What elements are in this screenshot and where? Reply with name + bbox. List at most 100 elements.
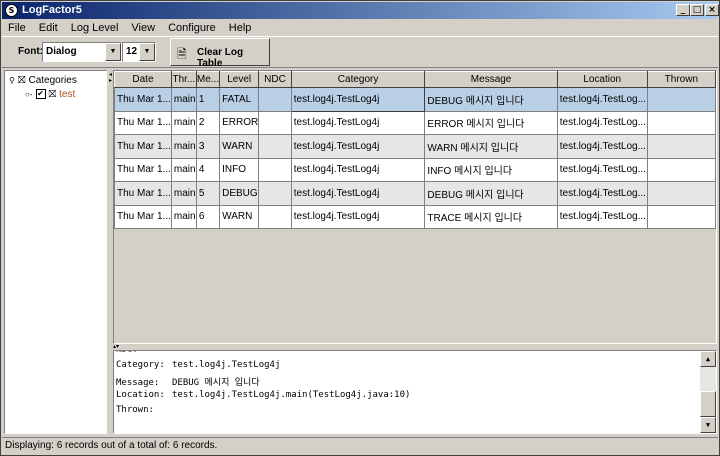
- cell-location[interactable]: test.log4j.TestLog...: [556, 110, 648, 135]
- splitter-arrows-icon[interactable]: ▴▾: [113, 343, 119, 350]
- category-checkbox[interactable]: ✔: [35, 89, 46, 99]
- log-table: Date Thr... Me... Level NDC Category Mes…: [114, 71, 716, 229]
- cell-thrown[interactable]: [646, 204, 716, 229]
- close-button[interactable]: ×: [705, 4, 719, 16]
- detail-scrollbar[interactable]: ▲ ▼: [700, 351, 716, 433]
- cell-date[interactable]: Thu Mar 1...: [114, 87, 172, 112]
- cell-ndc[interactable]: [258, 181, 292, 206]
- cell-category[interactable]: test.log4j.TestLog4j: [290, 181, 426, 206]
- cell-date[interactable]: Thu Mar 1...: [114, 157, 172, 182]
- cell-thrown[interactable]: [646, 157, 716, 182]
- cell-message[interactable]: DEBUG 메시지 입니다: [424, 181, 558, 206]
- app-icon[interactable]: S: [5, 4, 18, 17]
- cell-category[interactable]: test.log4j.TestLog4j: [290, 134, 426, 159]
- cell-location[interactable]: test.log4j.TestLog...: [556, 157, 648, 182]
- cell-category[interactable]: test.log4j.TestLog4j: [290, 157, 426, 182]
- title-bar[interactable]: S LogFactor5 _ □ ×: [2, 2, 719, 19]
- cell-message-number[interactable]: 1: [195, 87, 221, 112]
- cell-location[interactable]: test.log4j.TestLog...: [556, 134, 648, 159]
- scroll-thumb[interactable]: [700, 391, 716, 417]
- minimize-button[interactable]: _: [676, 4, 690, 16]
- cell-thrown[interactable]: [646, 134, 716, 159]
- col-header-thrown[interactable]: Thrown: [646, 71, 716, 88]
- cell-thread[interactable]: main: [170, 204, 197, 229]
- cell-level[interactable]: FATAL: [219, 87, 260, 112]
- cell-thread[interactable]: main: [170, 87, 197, 112]
- cell-message-number[interactable]: 3: [195, 134, 221, 159]
- scroll-up-icon[interactable]: ▲: [700, 351, 716, 367]
- menu-file[interactable]: File: [2, 22, 33, 34]
- cell-message-number[interactable]: 6: [195, 204, 221, 229]
- chevron-down-icon[interactable]: ▼: [139, 43, 155, 61]
- cell-thrown[interactable]: [646, 110, 716, 135]
- col-header-message-number[interactable]: Me...: [195, 71, 221, 88]
- clear-log-table-button[interactable]: 🗎 Clear Log Table: [170, 38, 270, 69]
- cell-message-number[interactable]: 4: [195, 157, 221, 182]
- table-row[interactable]: Thu Mar 1... main 3 WARN test.log4j.Test…: [114, 134, 716, 159]
- cell-level[interactable]: INFO: [219, 157, 260, 182]
- chevron-down-icon[interactable]: ▼: [105, 43, 121, 61]
- cell-level[interactable]: WARN: [219, 134, 260, 159]
- cell-message[interactable]: WARN 메시지 입니다: [424, 134, 558, 159]
- cell-message[interactable]: INFO 메시지 입니다: [424, 157, 558, 182]
- menu-view[interactable]: View: [125, 22, 162, 34]
- table-row[interactable]: Thu Mar 1... main 1 FATAL test.log4j.Tes…: [114, 87, 716, 112]
- cell-thread[interactable]: main: [170, 157, 197, 182]
- cell-ndc[interactable]: [258, 134, 292, 159]
- cell-message[interactable]: ERROR 메시지 입니다: [424, 110, 558, 135]
- menu-help[interactable]: Help: [223, 22, 259, 34]
- cell-message[interactable]: TRACE 메시지 입니다: [424, 204, 558, 229]
- cell-thrown[interactable]: [646, 87, 716, 112]
- cell-level[interactable]: WARN: [219, 204, 260, 229]
- col-header-message[interactable]: Message: [424, 71, 558, 88]
- menu-configure[interactable]: Configure: [162, 22, 223, 34]
- log-detail-panel[interactable]: NDC: Category: test.log4j.TestLog4j Messa…: [113, 350, 717, 434]
- splitter-arrows-icon[interactable]: ◂ ▸: [109, 72, 112, 84]
- table-row[interactable]: Thu Mar 1... main 6 WARN test.log4j.Test…: [114, 204, 716, 229]
- cell-thread[interactable]: main: [170, 110, 197, 135]
- tree-root[interactable]: ⚲ ⛝ Categories: [9, 73, 80, 87]
- table-row[interactable]: Thu Mar 1... main 2 ERROR test.log4j.Tes…: [114, 110, 716, 135]
- cell-ndc[interactable]: [258, 110, 292, 135]
- cell-location[interactable]: test.log4j.TestLog...: [556, 181, 648, 206]
- col-header-level[interactable]: Level: [219, 71, 260, 88]
- cell-message[interactable]: DEBUG 메시지 입니다: [424, 87, 558, 112]
- col-header-location[interactable]: Location: [556, 71, 648, 88]
- cell-location[interactable]: test.log4j.TestLog...: [556, 87, 648, 112]
- menu-edit[interactable]: Edit: [33, 22, 65, 34]
- col-header-date[interactable]: Date: [114, 71, 172, 88]
- scroll-down-icon[interactable]: ▼: [700, 417, 716, 433]
- cell-ndc[interactable]: [258, 204, 292, 229]
- cell-date[interactable]: Thu Mar 1...: [114, 110, 172, 135]
- cell-thread[interactable]: main: [170, 134, 197, 159]
- detail-value: test.log4j.TestLog4j.main(TestLog4j.java…: [172, 390, 411, 400]
- cell-level[interactable]: DEBUG: [219, 181, 260, 206]
- font-family-select[interactable]: Dialog ▼: [42, 42, 122, 62]
- cell-message-number[interactable]: 2: [195, 110, 221, 135]
- col-header-ndc[interactable]: NDC: [258, 71, 292, 88]
- cell-date[interactable]: Thu Mar 1...: [114, 134, 172, 159]
- cell-ndc[interactable]: [258, 87, 292, 112]
- cell-level[interactable]: ERROR: [219, 110, 260, 135]
- tree-item-test[interactable]: ○- ✔ ⛝ test: [25, 87, 78, 101]
- cell-category[interactable]: test.log4j.TestLog4j: [290, 204, 426, 229]
- table-row[interactable]: Thu Mar 1... main 5 DEBUG test.log4j.Tes…: [114, 181, 716, 206]
- cell-message-number[interactable]: 5: [195, 181, 221, 206]
- cell-location[interactable]: test.log4j.TestLog...: [556, 204, 648, 229]
- tree-handle-icon[interactable]: ○-: [25, 90, 33, 99]
- col-header-category[interactable]: Category: [290, 71, 426, 88]
- table-row[interactable]: Thu Mar 1... main 4 INFO test.log4j.Test…: [114, 157, 716, 182]
- cell-date[interactable]: Thu Mar 1...: [114, 204, 172, 229]
- cell-thrown[interactable]: [646, 181, 716, 206]
- cell-category[interactable]: test.log4j.TestLog4j: [290, 110, 426, 135]
- font-size-select[interactable]: 12 ▼: [122, 42, 156, 62]
- menu-log-level[interactable]: Log Level: [65, 22, 126, 34]
- cell-date[interactable]: Thu Mar 1...: [114, 181, 172, 206]
- tree-handle-icon[interactable]: ⚲: [9, 76, 15, 85]
- cell-category[interactable]: test.log4j.TestLog4j: [290, 87, 426, 112]
- cell-ndc[interactable]: [258, 157, 292, 182]
- maximize-button[interactable]: □: [690, 4, 704, 16]
- col-header-thread[interactable]: Thr...: [170, 71, 197, 88]
- category-tree[interactable]: ⚲ ⛝ Categories ○- ✔ ⛝ test: [4, 70, 107, 434]
- cell-thread[interactable]: main: [170, 181, 197, 206]
